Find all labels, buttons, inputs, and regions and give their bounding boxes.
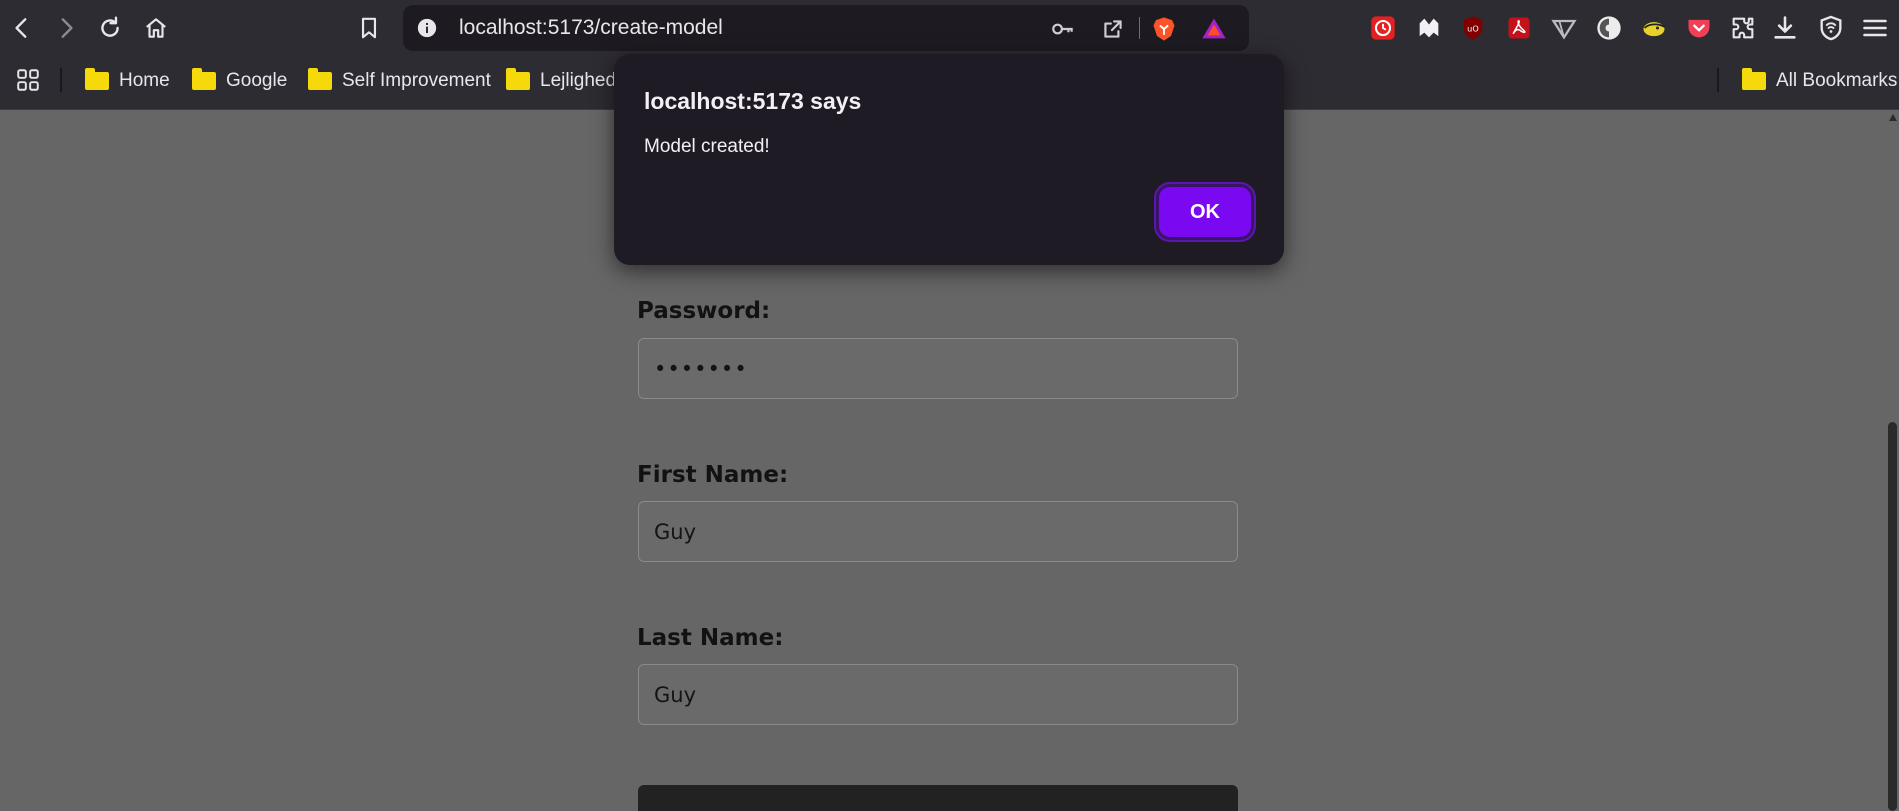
scroll-thumb[interactable] (1888, 422, 1897, 811)
scroll-up-icon[interactable] (1889, 114, 1897, 121)
ublock-origin-icon[interactable]: uO (1458, 13, 1488, 43)
bookmark-label: Lejlighed (540, 70, 617, 91)
triangle-extension-icon[interactable] (1549, 13, 1579, 43)
pocket-icon[interactable] (1684, 13, 1714, 43)
dialog-message: Model created! (644, 136, 770, 157)
dialog-title: localhost:5173 says (644, 88, 862, 114)
first-name-field[interactable]: Guy (638, 501, 1238, 562)
forward-icon[interactable] (48, 10, 84, 46)
alert-dialog: localhost:5173 says Model created! OK (614, 54, 1284, 265)
bookmark-label: Google (226, 70, 288, 91)
menu-icon[interactable] (1860, 13, 1890, 43)
apps-grid-icon[interactable] (10, 62, 46, 98)
bookmarks-separator-right (1717, 68, 1719, 92)
folder-icon (308, 68, 332, 90)
page-scrollbar[interactable] (1886, 112, 1899, 811)
clock-extension-icon[interactable] (1368, 13, 1398, 43)
key-icon[interactable] (1048, 14, 1078, 44)
bookmark-self-improvement[interactable]: Self Improvement (308, 66, 491, 96)
address-bar[interactable]: localhost:5173/create-model (403, 5, 1249, 51)
home-icon[interactable] (138, 10, 174, 46)
create-button[interactable] (638, 785, 1238, 811)
address-separator (1139, 17, 1140, 39)
folder-icon (192, 68, 216, 90)
bitwarden-circle-icon[interactable] (1594, 13, 1624, 43)
password-label: Password: (637, 298, 771, 324)
bookmark-home[interactable]: Home (85, 66, 170, 96)
bird-extension-icon[interactable] (1639, 13, 1669, 43)
bookmark-label: Home (119, 70, 170, 91)
browser-toolbar: localhost:5173/create-model uO (0, 0, 1899, 56)
bookmark-all-bookmarks[interactable]: All Bookmarks (1742, 66, 1897, 96)
bookmark-google[interactable]: Google (192, 66, 287, 96)
bookmarks-separator (60, 68, 62, 92)
ok-button[interactable]: OK (1156, 184, 1254, 240)
adobe-pdf-icon[interactable] (1504, 13, 1534, 43)
extensions-icon[interactable] (1728, 13, 1758, 43)
password-field[interactable]: ••••••• (638, 338, 1238, 399)
back-icon[interactable] (4, 10, 40, 46)
reload-icon[interactable] (92, 10, 128, 46)
folder-icon (506, 68, 530, 90)
bookmark-label: Self Improvement (342, 70, 491, 91)
last-name-field[interactable]: Guy (638, 664, 1238, 725)
brave-shield-icon[interactable] (1149, 14, 1179, 44)
brave-rewards-icon[interactable] (1199, 14, 1229, 44)
bookmark-label: All Bookmarks (1776, 70, 1898, 91)
bookmark-icon[interactable] (351, 10, 387, 46)
share-icon[interactable] (1098, 14, 1128, 44)
vpn-icon[interactable] (1816, 13, 1846, 43)
last-name-label: Last Name: (637, 625, 784, 651)
first-name-label: First Name: (637, 462, 789, 488)
folder-icon (1742, 68, 1766, 90)
svg-text:uO: uO (1467, 24, 1479, 34)
downloads-icon[interactable] (1770, 13, 1800, 43)
bookmark-lejlighed[interactable]: Lejlighed (506, 66, 616, 96)
folder-icon (85, 68, 109, 90)
url-text: localhost:5173/create-model (459, 16, 723, 39)
malwarebytes-icon[interactable] (1414, 13, 1444, 43)
info-icon[interactable] (413, 14, 441, 42)
